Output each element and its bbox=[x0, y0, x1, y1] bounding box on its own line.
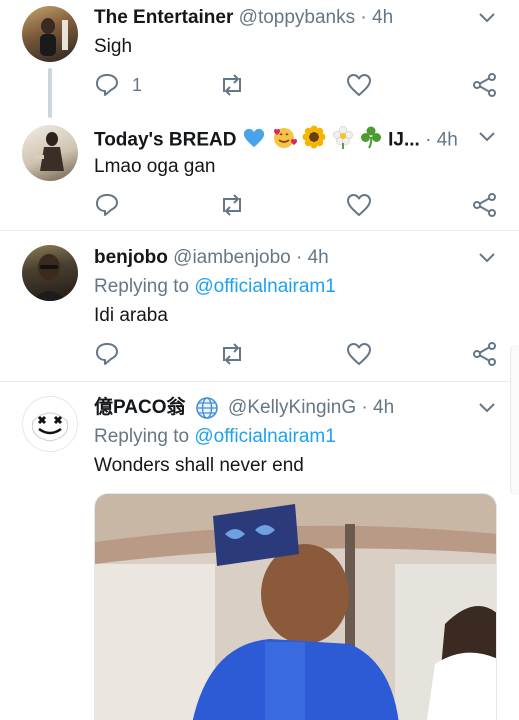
separator: · bbox=[361, 397, 368, 419]
tweet-todays-bread[interactable]: Today's BREAD IJ... · 4h Lmao oga gan bbox=[0, 110, 519, 230]
share-icon bbox=[473, 73, 496, 97]
display-name[interactable]: The Entertainer bbox=[94, 7, 233, 28]
avatar[interactable] bbox=[22, 245, 78, 301]
tweet-header: 億PACO翁 @KellyKinginG · 4h bbox=[94, 396, 394, 420]
like-button[interactable] bbox=[346, 340, 372, 368]
username[interactable]: @iambenjobo bbox=[173, 247, 291, 268]
like-button[interactable] bbox=[346, 71, 372, 99]
tweet-text: Wonders shall never end bbox=[94, 455, 304, 476]
replying-to-label: Replying to bbox=[94, 276, 190, 297]
tweet-text: Sigh bbox=[94, 36, 133, 57]
tweet-image[interactable] bbox=[94, 493, 497, 720]
tweet-entertainer[interactable]: The Entertainer @toppybanks · 4h Sigh 1 bbox=[0, 0, 519, 118]
replying-to: Replying to @officialnairam1 bbox=[94, 275, 336, 299]
heart-icon bbox=[347, 194, 371, 216]
timestamp[interactable]: 4h bbox=[308, 247, 329, 268]
reply-icon bbox=[96, 194, 118, 216]
share-button[interactable] bbox=[472, 340, 498, 368]
timestamp[interactable]: 4h bbox=[437, 130, 458, 151]
name-emojis bbox=[242, 125, 383, 156]
reply-icon bbox=[96, 74, 118, 96]
share-button[interactable] bbox=[472, 71, 498, 99]
tweet-actions bbox=[94, 191, 504, 219]
chevron-down-icon[interactable] bbox=[478, 402, 496, 414]
tweet-header: The Entertainer @toppybanks · 4h bbox=[94, 6, 393, 30]
tweet-actions bbox=[94, 340, 504, 368]
heart-icon bbox=[347, 74, 371, 96]
avatar[interactable] bbox=[22, 396, 78, 452]
tweet-header: Today's BREAD IJ... · 4h bbox=[94, 125, 458, 156]
separator: · bbox=[360, 7, 367, 28]
avatar[interactable] bbox=[22, 125, 78, 181]
tweet-text: Lmao oga gan bbox=[94, 156, 216, 177]
retweet-button[interactable] bbox=[218, 191, 246, 219]
blue-heart-icon bbox=[243, 128, 264, 148]
retweet-icon bbox=[223, 74, 241, 96]
scrollbar[interactable] bbox=[510, 345, 519, 495]
display-name[interactable]: 億PACO翁 bbox=[94, 397, 185, 418]
smiling-face-with-hearts-icon bbox=[274, 128, 298, 148]
separator: · bbox=[295, 247, 303, 268]
timestamp[interactable]: 4h bbox=[372, 7, 393, 28]
tweet-header: benjobo @iambenjobo · 4h bbox=[94, 246, 329, 270]
display-name[interactable]: benjobo bbox=[94, 247, 168, 268]
separator: · bbox=[425, 129, 432, 151]
chevron-down-icon[interactable] bbox=[478, 131, 496, 143]
like-button[interactable] bbox=[346, 191, 372, 219]
shamrock-icon bbox=[360, 126, 381, 149]
username[interactable]: @toppybanks bbox=[239, 7, 355, 28]
retweet-button[interactable] bbox=[218, 340, 246, 368]
tweet-actions: 1 bbox=[94, 71, 504, 99]
display-name[interactable]: Today's BREAD bbox=[94, 130, 236, 151]
chevron-down-icon[interactable] bbox=[478, 12, 496, 24]
share-button[interactable] bbox=[472, 191, 498, 219]
share-icon bbox=[473, 193, 496, 217]
chevron-down-icon[interactable] bbox=[478, 252, 496, 264]
reply-count: 1 bbox=[132, 74, 143, 95]
reply-icon bbox=[96, 343, 118, 365]
reply-button[interactable] bbox=[94, 191, 120, 219]
share-icon bbox=[473, 342, 496, 366]
heart-icon bbox=[347, 343, 371, 365]
username-truncated[interactable]: IJ... bbox=[388, 130, 420, 151]
globe-icon bbox=[195, 397, 218, 419]
replying-to: Replying to @officialnairam1 bbox=[94, 425, 336, 449]
blossom-icon bbox=[332, 126, 353, 149]
tweet-text: Idi araba bbox=[94, 305, 168, 326]
username[interactable]: @KellyKinginG bbox=[228, 397, 356, 418]
reply-button[interactable]: 1 bbox=[94, 71, 142, 99]
retweet-icon bbox=[223, 343, 241, 365]
mention-link[interactable]: @officialnairam1 bbox=[194, 426, 335, 447]
avatar[interactable] bbox=[22, 6, 78, 62]
replying-to-label: Replying to bbox=[94, 426, 190, 447]
reply-button[interactable] bbox=[94, 340, 120, 368]
tweet-benjobo[interactable]: benjobo @iambenjobo · 4h Replying to @of… bbox=[0, 231, 519, 381]
sunflower-icon bbox=[302, 125, 326, 149]
timestamp[interactable]: 4h bbox=[373, 397, 394, 418]
mention-link[interactable]: @officialnairam1 bbox=[194, 276, 335, 297]
retweet-button[interactable] bbox=[218, 71, 246, 99]
photo bbox=[95, 494, 496, 720]
retweet-icon bbox=[223, 194, 241, 216]
